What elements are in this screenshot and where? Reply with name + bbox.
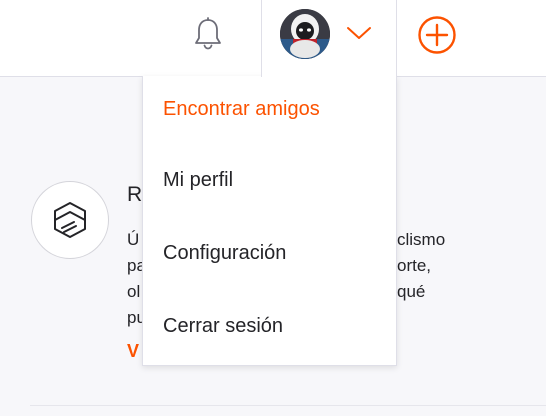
menu-item-my-profile[interactable]: Mi perfil [163, 160, 383, 200]
card-logo [31, 181, 109, 259]
card-text-fragment: clismo [397, 230, 446, 249]
plus-circle-icon [418, 16, 456, 54]
box-logo-icon [54, 202, 86, 238]
avatar[interactable] [280, 9, 330, 59]
menu-item-find-friends[interactable]: Encontrar amigos [163, 89, 383, 129]
add-button[interactable] [414, 12, 460, 58]
menu-item-settings[interactable]: Configuración [163, 233, 383, 273]
divider [30, 405, 546, 406]
notifications-button[interactable] [186, 12, 230, 56]
account-dropdown-menu: Encontrar amigos Mi perfil Configuración… [142, 76, 397, 366]
card-text-line: Ú [127, 230, 140, 249]
card-heading: R [127, 183, 143, 206]
avatar-photo [280, 9, 330, 59]
card-text-fragment: orte, [397, 256, 432, 275]
card-text-line: ol [127, 282, 141, 301]
chevron-down-icon [347, 27, 371, 39]
account-menu-chevron[interactable] [344, 18, 374, 48]
bell-icon [195, 17, 221, 50]
card-link[interactable]: V [127, 341, 139, 362]
card-text-fragment: qué [397, 282, 426, 301]
menu-item-log-out[interactable]: Cerrar sesión [163, 306, 383, 346]
account-menu-trigger[interactable] [261, 0, 397, 77]
